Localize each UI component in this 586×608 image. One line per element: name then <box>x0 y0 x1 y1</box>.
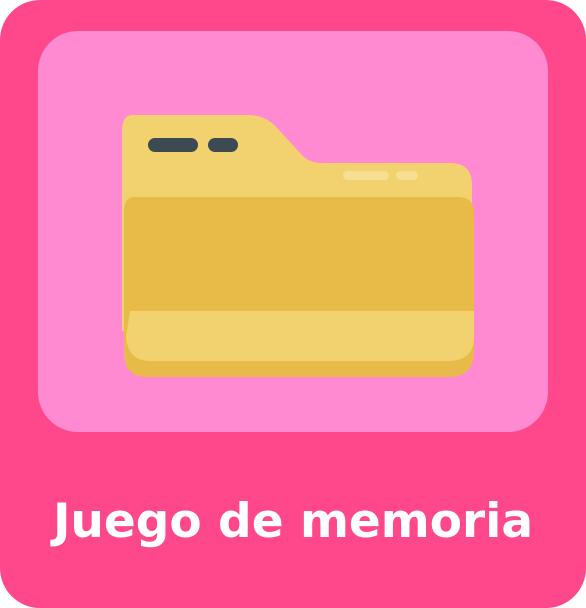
icon-panel <box>38 31 548 432</box>
tile-label: Juego de memoria <box>52 494 534 549</box>
memory-game-tile[interactable]: Juego de memoria <box>0 0 586 608</box>
folder-brain-icon <box>122 115 474 377</box>
